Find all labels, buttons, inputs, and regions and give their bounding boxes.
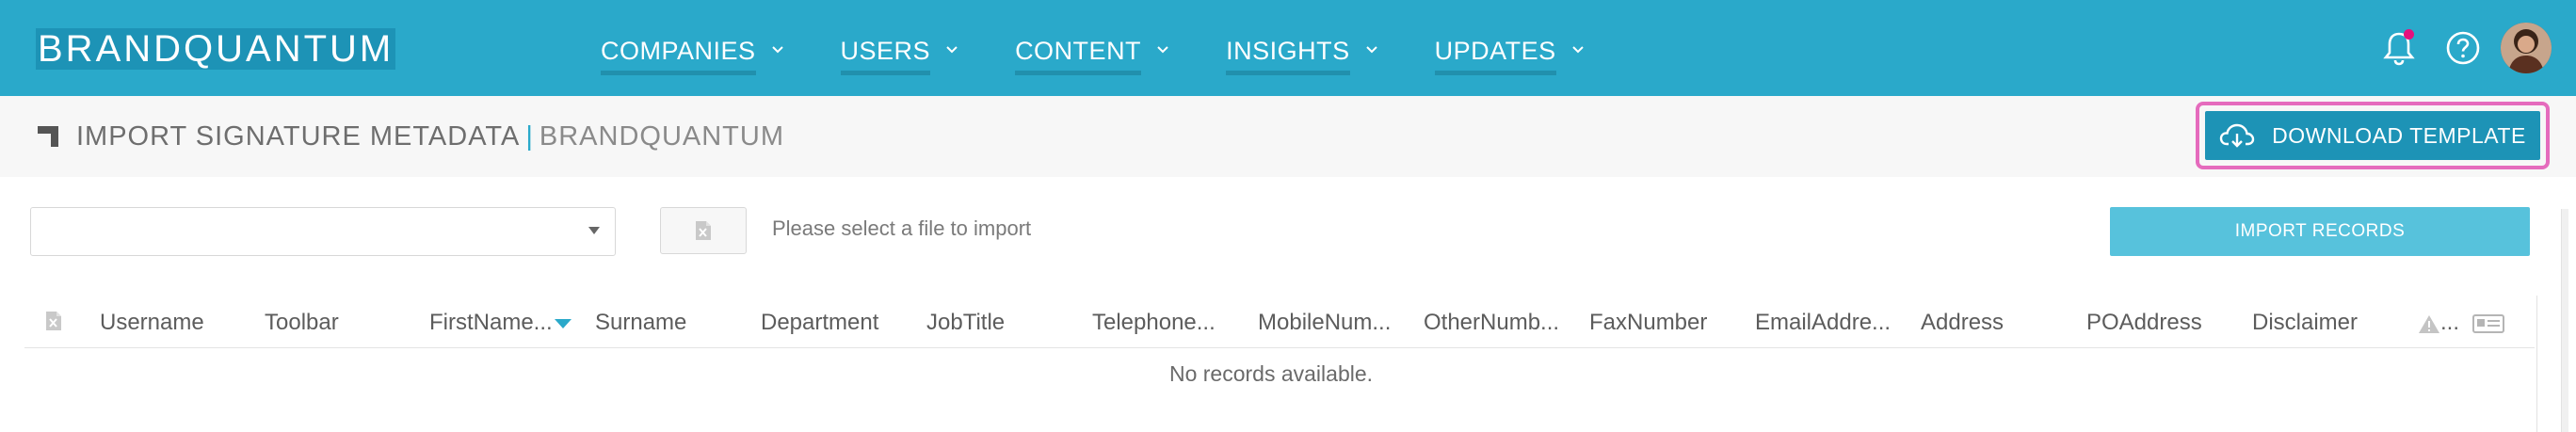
avatar-image xyxy=(2501,23,2552,73)
notification-badge xyxy=(2404,29,2414,40)
records-grid: Username Toolbar FirstName... Surname De… xyxy=(24,296,2535,432)
column-header-department[interactable]: Department xyxy=(761,309,878,337)
page-title-text: IMPORT SIGNATURE METADATA xyxy=(76,121,521,152)
page-title: IMPORT SIGNATURE METADATA | BRANDQUANTUM xyxy=(76,120,784,152)
chevron-down-icon xyxy=(1365,46,1377,54)
corner-bracket-icon xyxy=(38,126,58,147)
nav-companies[interactable]: COMPANIES xyxy=(601,28,784,75)
column-header-telephone[interactable]: Telephone... xyxy=(1092,309,1216,337)
column-header-disclaimer[interactable]: Disclaimer xyxy=(2252,309,2358,337)
column-header-toolbar[interactable]: Toolbar xyxy=(265,309,339,337)
column-header-jobtitle[interactable]: JobTitle xyxy=(926,309,1005,337)
notifications-button[interactable] xyxy=(2376,25,2422,71)
company-select[interactable] xyxy=(30,207,616,256)
column-header-label: ... xyxy=(2440,310,2460,335)
chevron-down-icon xyxy=(946,46,958,54)
import-records-button[interactable]: IMPORT RECORDS xyxy=(2110,207,2530,256)
column-header-mobilenumber[interactable]: MobileNum... xyxy=(1258,309,1391,337)
page-header: IMPORT SIGNATURE METADATA | BRANDQUANTUM D… xyxy=(0,96,2576,177)
nav-label: USERS xyxy=(840,28,931,75)
nav-label: COMPANIES xyxy=(601,28,756,75)
nav-label: INSIGHTS xyxy=(1226,28,1350,75)
main-nav: COMPANIES USERS CONTENT INSIGHTS UPDATES xyxy=(601,28,1641,75)
column-header-faxnumber[interactable]: FaxNumber xyxy=(1589,309,1707,337)
nav-content[interactable]: CONTENT xyxy=(1015,28,1169,75)
column-header-label: FirstName... xyxy=(429,310,553,335)
user-avatar[interactable] xyxy=(2501,23,2552,73)
page-title-org: BRANDQUANTUM xyxy=(539,121,784,152)
column-header-firstname[interactable]: FirstName... xyxy=(429,309,572,337)
help-icon xyxy=(2446,31,2480,65)
column-header-emailaddress[interactable]: EmailAddre... xyxy=(1755,309,1891,337)
nav-users[interactable]: USERS xyxy=(840,28,959,75)
nav-label: CONTENT xyxy=(1015,28,1142,75)
empty-grid-message: No records available. xyxy=(1168,361,1374,386)
top-right-actions xyxy=(2358,23,2552,73)
download-template-button[interactable]: DOWNLOAD TEMPLATE xyxy=(2205,111,2540,160)
excel-file-icon xyxy=(696,221,711,240)
column-header-othernumber[interactable]: OtherNumb... xyxy=(1424,309,1559,337)
nav-insights[interactable]: INSIGHTS xyxy=(1226,28,1378,75)
grid-header: Username Toolbar FirstName... Surname De… xyxy=(24,296,2535,348)
caret-down-icon xyxy=(588,227,600,234)
chevron-down-icon xyxy=(1571,46,1584,54)
top-navbar: BRANDQUANTUM COMPANIES USERS CONTENT INS… xyxy=(0,0,2576,96)
help-button[interactable] xyxy=(2440,25,2486,71)
grid-right-border xyxy=(2536,296,2537,432)
import-records-label: IMPORT RECORDS xyxy=(2234,221,2406,241)
title-separator: | xyxy=(525,121,534,152)
chevron-down-icon xyxy=(771,46,783,54)
column-header-address[interactable]: Address xyxy=(1921,309,2004,337)
choose-file-button[interactable] xyxy=(660,207,747,254)
id-card-icon[interactable] xyxy=(2472,314,2504,333)
vertical-scrollbar[interactable] xyxy=(2561,209,2568,432)
nav-updates[interactable]: UPDATES xyxy=(1434,28,1585,75)
nav-label: UPDATES xyxy=(1434,28,1556,75)
column-header-username[interactable]: Username xyxy=(100,309,204,337)
file-hint: Please select a file to import xyxy=(772,216,1032,240)
download-template-label: DOWNLOAD TEMPLATE xyxy=(2272,122,2526,148)
column-header-poaddress[interactable]: POAddress xyxy=(2086,309,2202,337)
warning-icon xyxy=(2419,314,2439,333)
excel-file-icon xyxy=(46,312,61,330)
column-header-surname[interactable]: Surname xyxy=(595,309,686,337)
cloud-download-icon xyxy=(2219,123,2255,148)
brand-logo[interactable]: BRANDQUANTUM xyxy=(36,28,396,70)
column-header-warnings[interactable]: ... xyxy=(2418,309,2459,337)
sort-descending-icon xyxy=(554,318,572,328)
chevron-down-icon xyxy=(1157,46,1168,54)
